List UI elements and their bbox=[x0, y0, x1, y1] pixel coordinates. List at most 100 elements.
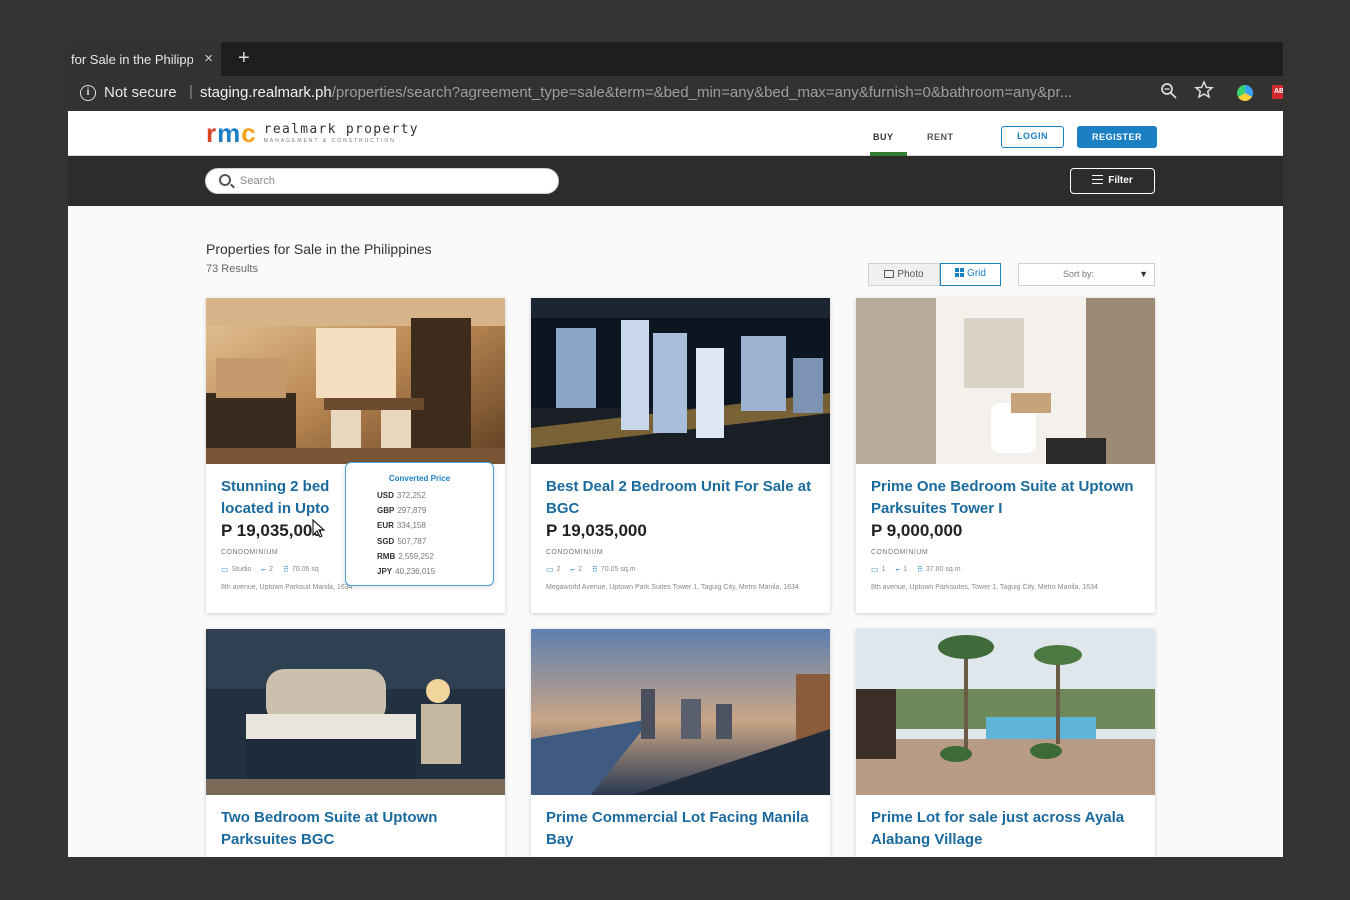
nav-rent[interactable]: RENT bbox=[927, 132, 954, 142]
url-field[interactable]: staging.realmark.ph/properties/search?ag… bbox=[200, 84, 1148, 101]
currency-value: 297,879 bbox=[397, 506, 427, 516]
beds-value: Studio bbox=[231, 566, 252, 573]
info-icon[interactable]: i bbox=[80, 85, 96, 101]
view-toggle: Photo Grid bbox=[868, 263, 1001, 286]
beds-spec: ▭ 1 bbox=[871, 565, 885, 574]
url-path: /properties/search?agreement_type=sale&t… bbox=[331, 84, 1073, 101]
property-photo[interactable] bbox=[531, 298, 830, 464]
property-specs: ▭ 2 ⌐ 2 ⠿ 70.05 sq.m bbox=[546, 565, 636, 574]
popover-title: Converted Price bbox=[388, 474, 451, 483]
security-label[interactable]: Not secure bbox=[104, 84, 177, 101]
grid-view-button[interactable]: Grid bbox=[940, 263, 1001, 286]
site-logo[interactable]: rmc realmark property MANAGEMENT & CONST… bbox=[206, 118, 419, 148]
property-photo[interactable] bbox=[206, 629, 505, 795]
currency-code: JPY bbox=[377, 566, 393, 576]
baths-spec: ⌐ 1 bbox=[895, 565, 907, 574]
bookmark-star-icon[interactable] bbox=[1194, 80, 1214, 100]
filter-label: Filter bbox=[1108, 175, 1133, 186]
logo-subtitle: MANAGEMENT & CONSTRUCTION bbox=[263, 138, 396, 144]
property-price[interactable]: P 9,000,000 bbox=[871, 521, 962, 541]
zoom-icon[interactable] bbox=[1160, 82, 1178, 100]
beds-value: 2 bbox=[556, 566, 561, 573]
property-price[interactable]: P 19,035,000 bbox=[221, 521, 322, 541]
property-photo[interactable] bbox=[856, 298, 1155, 464]
logo-letter: m bbox=[217, 118, 241, 148]
close-icon[interactable]: × bbox=[204, 50, 213, 67]
property-photo[interactable] bbox=[856, 629, 1155, 795]
area-icon: ⠿ bbox=[592, 565, 598, 574]
beds-value: 1 bbox=[881, 566, 886, 573]
property-card[interactable]: Prime One Bedroom Suite at Uptown Parksu… bbox=[856, 298, 1155, 613]
beds-spec: ▭ Studio bbox=[221, 565, 251, 574]
currency-row: SGD 507,787 bbox=[377, 534, 435, 549]
currency-value: 334,158 bbox=[396, 521, 426, 531]
area-spec: ⠿ 70.05 sq bbox=[283, 565, 319, 574]
property-title[interactable]: Prime One Bedroom Suite at Uptown Parksu… bbox=[871, 476, 1143, 520]
property-title[interactable]: Best Deal 2 Bedroom Unit For Sale at BGC bbox=[546, 476, 818, 520]
nav-buy[interactable]: BUY bbox=[873, 132, 894, 142]
baths-value: 1 bbox=[903, 566, 908, 573]
property-type: CONDOMINIUM bbox=[221, 549, 279, 556]
sort-select[interactable]: Sort by: ▼ bbox=[1018, 263, 1155, 286]
property-specs: ▭ 1 ⌐ 1 ⠿ 37.00 sq.m bbox=[871, 565, 961, 574]
currency-row: EUR 334,158 bbox=[377, 518, 435, 533]
property-title[interactable]: Two Bedroom Suite at Uptown Parksuites B… bbox=[221, 807, 493, 851]
area-value: 70.05 sq.m bbox=[600, 566, 636, 573]
property-card[interactable]: Two Bedroom Suite at Uptown Parksuites B… bbox=[206, 629, 505, 857]
extension-icon[interactable] bbox=[1237, 85, 1253, 101]
web-page: rmc realmark property MANAGEMENT & CONST… bbox=[68, 111, 1283, 857]
logo-name: realmark property bbox=[263, 122, 419, 137]
register-button[interactable]: REGISTER bbox=[1077, 126, 1157, 148]
new-tab-icon[interactable]: + bbox=[238, 47, 250, 70]
results-section: Properties for Sale in the Philippines 7… bbox=[68, 206, 1283, 857]
area-value: 70.05 sq bbox=[291, 566, 319, 573]
property-type: CONDOMINIUM bbox=[871, 549, 929, 556]
property-address: Megaworld Avenue, Uptown Park Suites Tow… bbox=[546, 584, 799, 591]
property-photo[interactable] bbox=[206, 298, 505, 464]
currency-row: JPY 40,236,015 bbox=[377, 564, 435, 579]
currency-value: 2,559,252 bbox=[398, 551, 434, 561]
sort-label: Sort by: bbox=[1063, 269, 1095, 279]
grid-icon bbox=[955, 268, 965, 277]
browser-tab[interactable]: for Sale in the Philippines × bbox=[68, 42, 221, 76]
area-spec: ⠿ 37.00 sq.m bbox=[917, 565, 961, 574]
photo-icon bbox=[884, 270, 895, 278]
area-icon: ⠿ bbox=[917, 565, 923, 574]
property-title[interactable]: Prime Lot for sale just across Ayala Ala… bbox=[871, 807, 1143, 851]
search-bar: Filter bbox=[68, 156, 1283, 206]
logo-letter: r bbox=[206, 118, 217, 148]
tab-title: for Sale in the Philippines bbox=[71, 51, 193, 67]
bath-icon: ⌐ bbox=[261, 565, 267, 574]
login-button[interactable]: LOGIN bbox=[1001, 126, 1064, 148]
area-value: 37.00 sq.m bbox=[925, 566, 961, 573]
property-title[interactable]: Stunning 2 bed located in Upto bbox=[221, 476, 346, 520]
property-card[interactable]: Best Deal 2 Bedroom Unit For Sale at BGC… bbox=[531, 298, 830, 613]
bath-icon: ⌐ bbox=[570, 565, 576, 574]
logo-text: realmark property MANAGEMENT & CONSTRUCT… bbox=[264, 122, 419, 144]
bed-icon: ▭ bbox=[221, 565, 229, 574]
currency-row: RMB 2,559,252 bbox=[377, 549, 435, 564]
currency-value: 507,787 bbox=[397, 536, 427, 546]
property-title[interactable]: Prime Commercial Lot Facing Manila Bay bbox=[546, 807, 818, 851]
currency-code: RMB bbox=[377, 551, 396, 561]
adblock-extension-icon[interactable]: AB bbox=[1272, 85, 1283, 99]
address-bar[interactable]: i Not secure | staging.realmark.ph/prope… bbox=[68, 76, 1283, 111]
chevron-down-icon: ▼ bbox=[1139, 269, 1148, 279]
currency-code: SGD bbox=[377, 536, 395, 546]
search-icon bbox=[219, 174, 231, 186]
photo-view-button[interactable]: Photo bbox=[868, 263, 940, 286]
baths-spec: ⌐ 2 bbox=[261, 565, 273, 574]
currency-code: USD bbox=[377, 491, 394, 500]
property-price[interactable]: P 19,035,000 bbox=[546, 521, 647, 541]
currency-row: USD 372,252 bbox=[377, 488, 435, 503]
site-header: rmc realmark property MANAGEMENT & CONST… bbox=[68, 111, 1283, 156]
search-input[interactable] bbox=[240, 175, 540, 187]
property-card[interactable]: Prime Commercial Lot Facing Manila Bay bbox=[531, 629, 830, 857]
currency-code: EUR bbox=[377, 521, 394, 531]
filter-button[interactable]: Filter bbox=[1070, 168, 1155, 194]
property-photo[interactable] bbox=[531, 629, 830, 795]
currency-list: USD 372,252 GBP 297,879 EUR 334,158 SGD 507,… bbox=[377, 488, 435, 579]
mouse-cursor-icon bbox=[312, 519, 326, 538]
property-card[interactable]: Prime Lot for sale just across Ayala Ala… bbox=[856, 629, 1155, 857]
search-box[interactable] bbox=[205, 168, 559, 194]
